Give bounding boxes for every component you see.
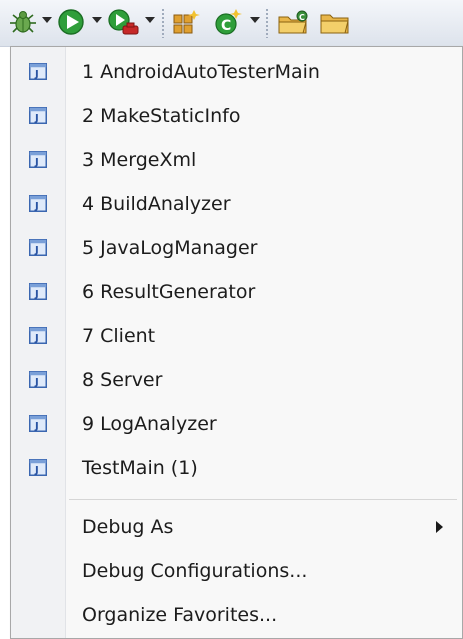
menu-item-buildanalyzer[interactable]: J 4 BuildAnalyzer <box>11 184 462 224</box>
main-toolbar: C C <box>0 0 463 47</box>
menu-item-label: 8 Server <box>82 369 163 391</box>
svg-text:C: C <box>299 13 305 22</box>
menu-item-debug-as[interactable]: Debug As <box>11 507 462 547</box>
java-app-icon: J <box>29 371 47 388</box>
java-app-icon: J <box>29 239 47 256</box>
menu-item-label: 6 ResultGenerator <box>82 281 256 303</box>
menu-item-debug-configurations[interactable]: Debug Configurations... <box>11 551 462 591</box>
java-app-icon: J <box>29 283 47 300</box>
run-icon[interactable] <box>55 7 89 37</box>
menu-item-label: TestMain (1) <box>82 457 198 479</box>
menu-item-loganalyzer[interactable]: J 9 LogAnalyzer <box>11 404 462 444</box>
submenu-arrow-icon <box>436 521 443 533</box>
menu-item-label: Debug Configurations... <box>82 560 308 582</box>
svg-text:J: J <box>34 421 39 432</box>
menu-item-resultgenerator[interactable]: J 6 ResultGenerator <box>11 272 462 312</box>
svg-text:J: J <box>34 289 39 300</box>
svg-text:J: J <box>34 333 39 344</box>
menu-item-label: 1 AndroidAutoTesterMain <box>82 61 320 83</box>
menu-divider <box>69 499 457 500</box>
menu-item-javalogmanager[interactable]: J 5 JavaLogManager <box>11 228 462 268</box>
svg-text:J: J <box>34 157 39 168</box>
svg-text:J: J <box>34 113 39 124</box>
open-type-icon[interactable]: C <box>276 7 312 37</box>
java-app-icon: J <box>29 151 47 168</box>
menu-item-label: 7 Client <box>82 325 156 347</box>
debug-dropdown-arrow-icon[interactable] <box>42 17 52 23</box>
svg-text:C: C <box>221 18 231 34</box>
menu-item-server[interactable]: J 8 Server <box>11 360 462 400</box>
menu-item-makestaticinfo[interactable]: J 2 MakeStaticInfo <box>11 96 462 136</box>
menu-item-organize-favorites[interactable]: Organize Favorites... <box>11 595 462 635</box>
open-folder-icon[interactable] <box>318 7 354 37</box>
menu-item-label: 5 JavaLogManager <box>82 237 258 259</box>
toolbar-separator-2 <box>266 8 268 38</box>
external-tools-dropdown-arrow-icon[interactable] <box>145 17 155 23</box>
svg-text:J: J <box>34 69 39 80</box>
svg-text:J: J <box>34 201 39 212</box>
menu-item-androidautotestermain[interactable]: J 1 AndroidAutoTesterMain <box>11 52 462 92</box>
debug-bug-icon[interactable] <box>6 7 40 37</box>
java-app-icon: J <box>29 63 47 80</box>
run-dropdown-arrow-icon[interactable] <box>92 17 102 23</box>
svg-text:J: J <box>34 245 39 256</box>
new-class-dropdown-arrow-icon[interactable] <box>250 17 260 23</box>
menu-item-label: Debug As <box>82 516 174 538</box>
new-class-icon[interactable]: C <box>212 7 244 37</box>
menu-item-label: 2 MakeStaticInfo <box>82 105 241 127</box>
java-app-icon: J <box>29 459 47 476</box>
menu-item-testmain[interactable]: J TestMain (1) <box>11 448 462 488</box>
menu-item-label: 9 LogAnalyzer <box>82 413 217 435</box>
java-app-icon: J <box>29 415 47 432</box>
java-app-icon: J <box>29 195 47 212</box>
java-app-icon: J <box>29 107 47 124</box>
menu-item-client[interactable]: J 7 Client <box>11 316 462 356</box>
menu-item-label: 4 BuildAnalyzer <box>82 193 231 215</box>
menu-item-label: 3 MergeXml <box>82 149 197 171</box>
svg-text:J: J <box>34 377 39 388</box>
svg-text:J: J <box>34 465 39 476</box>
menu-item-label: Organize Favorites... <box>82 604 278 626</box>
menu-item-mergexml[interactable]: J 3 MergeXml <box>11 140 462 180</box>
new-package-icon[interactable] <box>170 7 202 37</box>
run-external-tool-icon[interactable] <box>106 7 142 37</box>
java-app-icon: J <box>29 327 47 344</box>
debug-favorites-menu: J 1 AndroidAutoTesterMain J 2 MakeStatic… <box>10 46 463 639</box>
toolbar-separator <box>162 8 164 38</box>
